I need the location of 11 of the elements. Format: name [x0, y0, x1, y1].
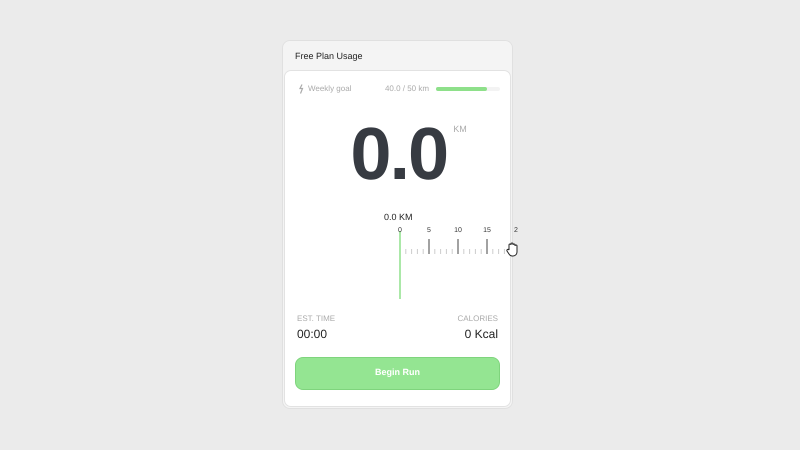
- panel-title: Free Plan Usage: [294, 50, 364, 63]
- distance-unit: KM: [453, 122, 467, 136]
- goal-reading: 40.0 / 50 km: [384, 82, 429, 94]
- begin-run-button[interactable]: Begin Run: [295, 356, 500, 390]
- stat-label: CALORIES: [458, 312, 498, 324]
- goal-label: Weekly goal: [308, 82, 352, 94]
- stat-value: 0 Kcal: [464, 326, 498, 342]
- distance-value: 0.0: [350, 116, 448, 190]
- ruler-reading: 0.0 KM: [384, 210, 413, 224]
- stat-label: EST. TIME: [297, 312, 336, 324]
- stat-value: 00:00: [297, 326, 328, 342]
